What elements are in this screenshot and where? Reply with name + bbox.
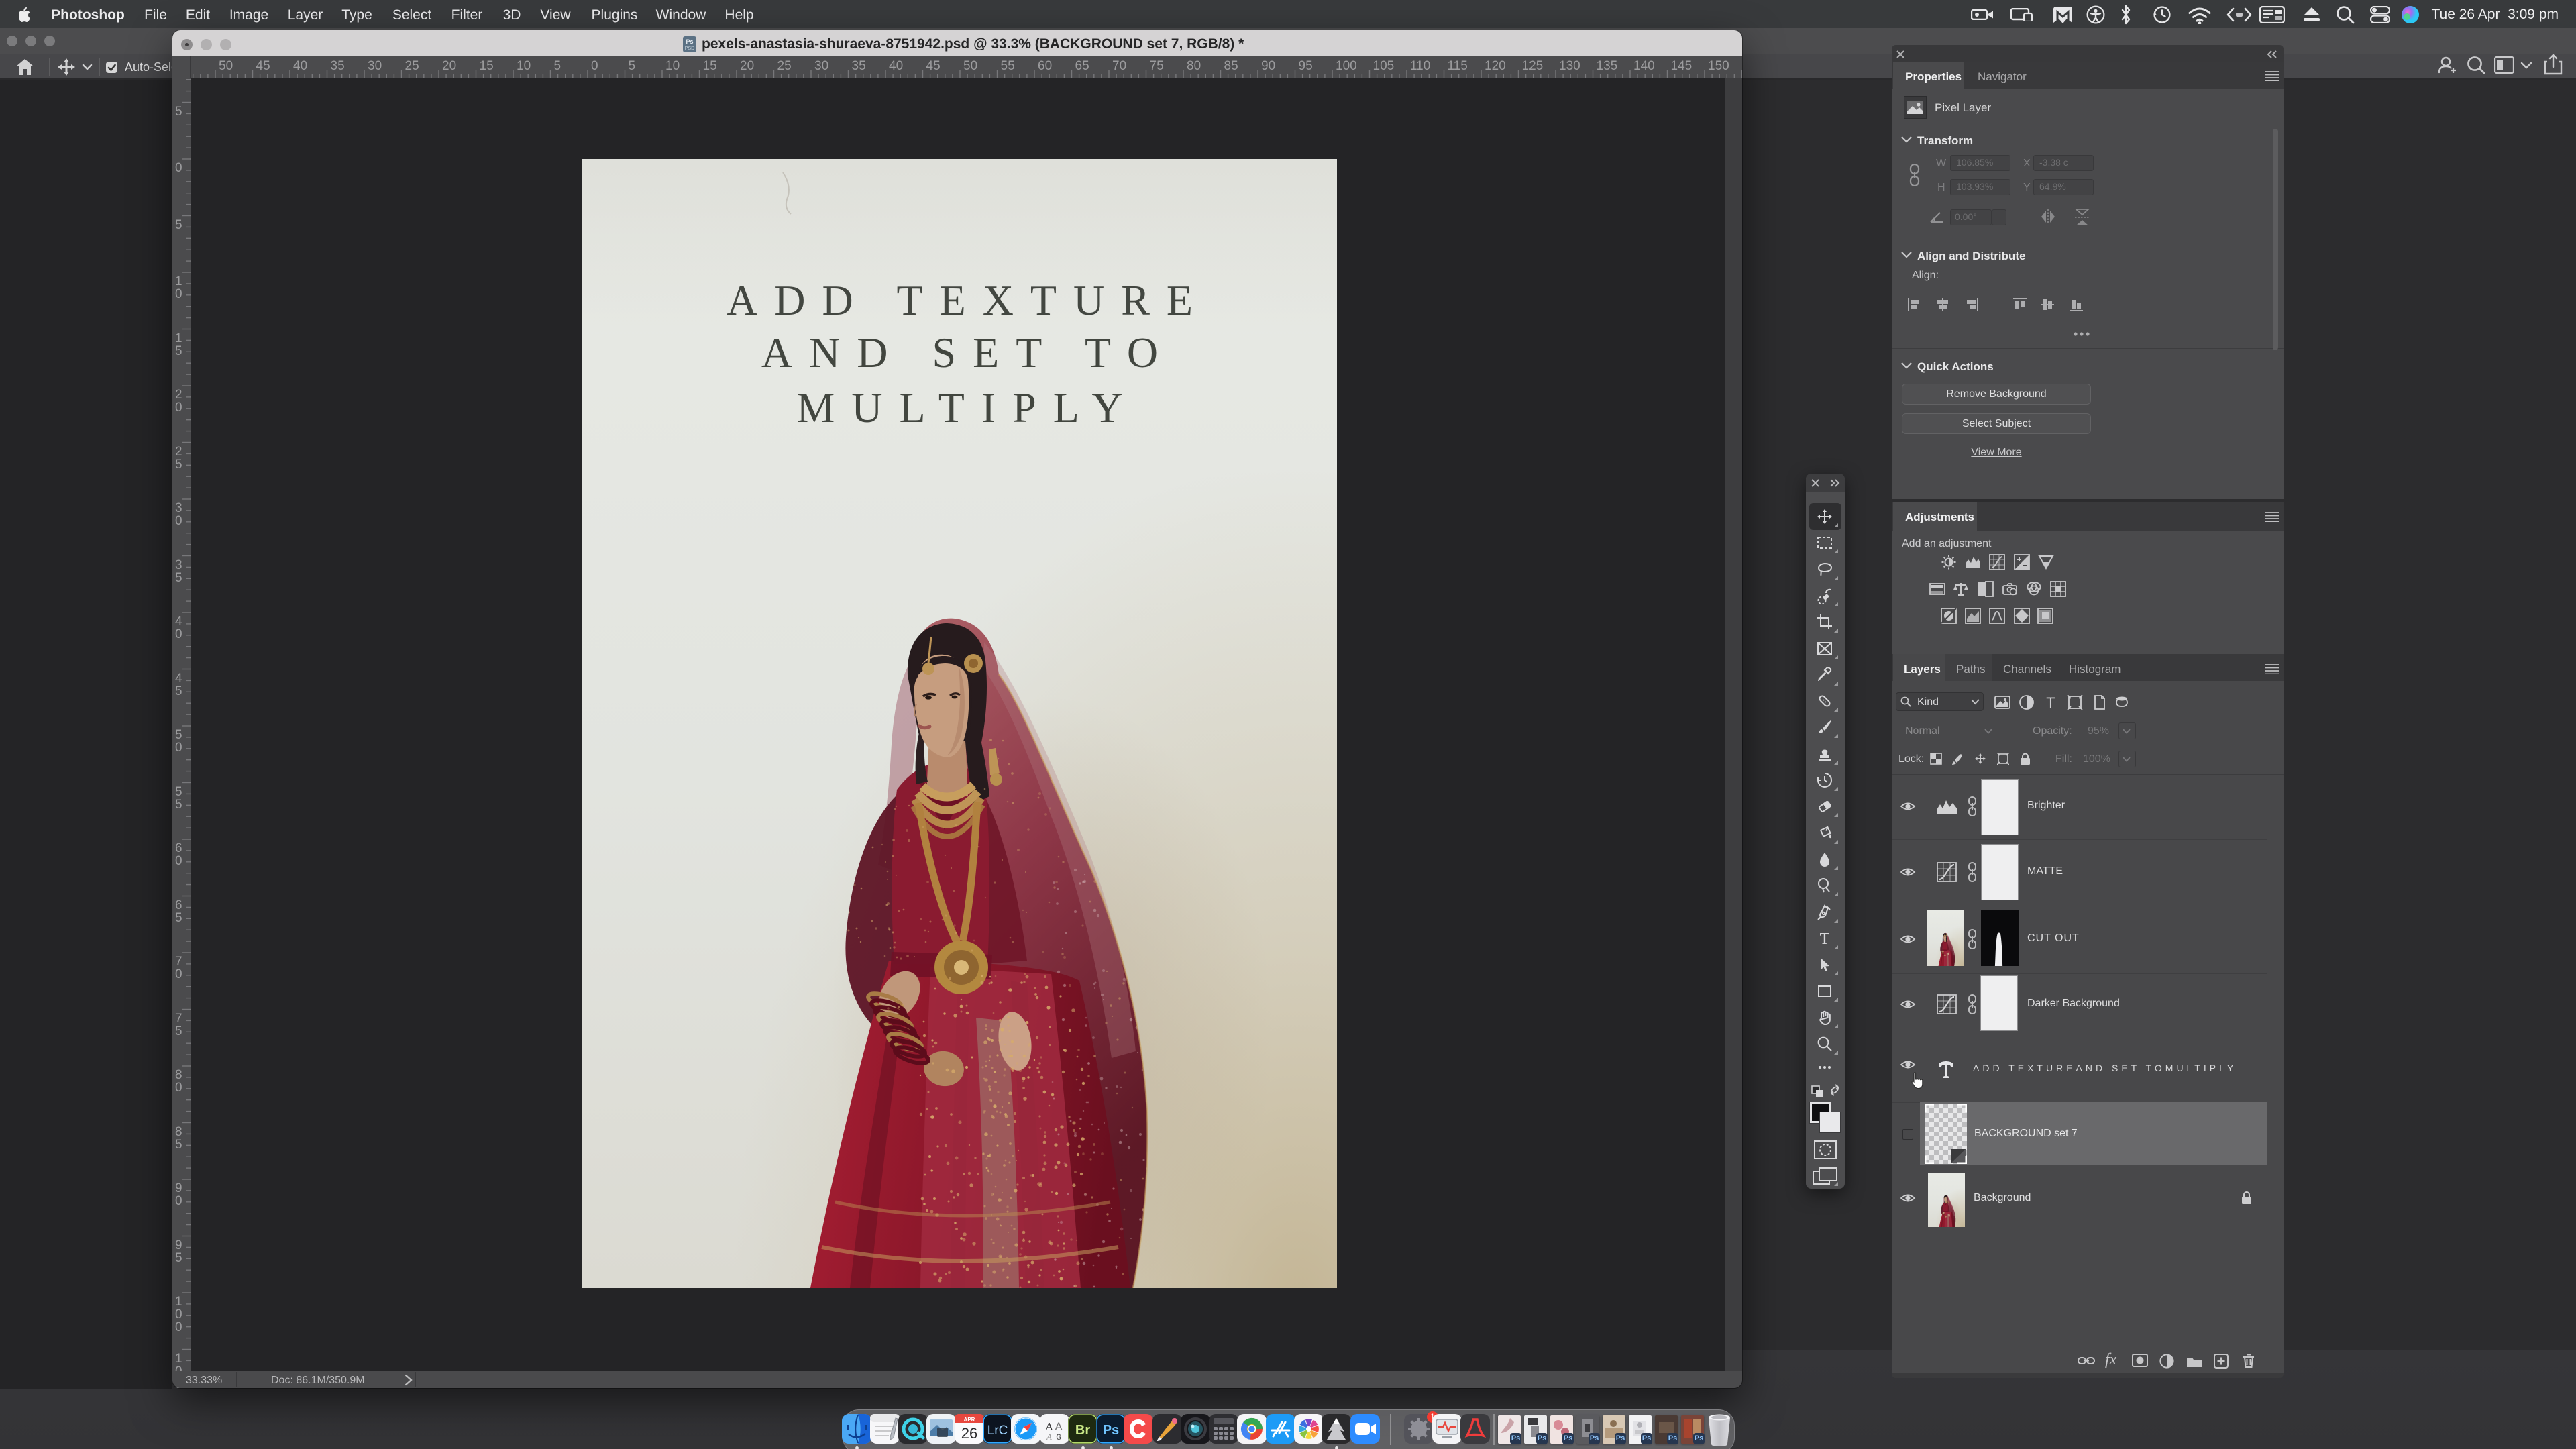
svg-text:A: A (1055, 1420, 1063, 1433)
svg-text:Ps: Ps (1103, 1423, 1119, 1438)
svg-text:LrC: LrC (987, 1424, 1008, 1438)
svg-text:Ps: Ps (686, 38, 693, 45)
svg-text:ADD TEXTURE: ADD TEXTURE (727, 276, 1210, 324)
svg-text:26: 26 (961, 1425, 977, 1442)
svg-text:T: T (2046, 694, 2055, 710)
svg-text:AND SET TO: AND SET TO (761, 329, 1175, 376)
svg-text:APR: APR (964, 1417, 975, 1423)
svg-text:Br: Br (1075, 1423, 1090, 1438)
svg-text:PSD: PSD (685, 46, 694, 51)
svg-text:MULTIPLY: MULTIPLY (796, 384, 1139, 431)
svg-text:G: G (1056, 1432, 1061, 1442)
svg-text:A: A (1046, 1432, 1052, 1442)
svg-text:T: T (1820, 930, 1830, 947)
